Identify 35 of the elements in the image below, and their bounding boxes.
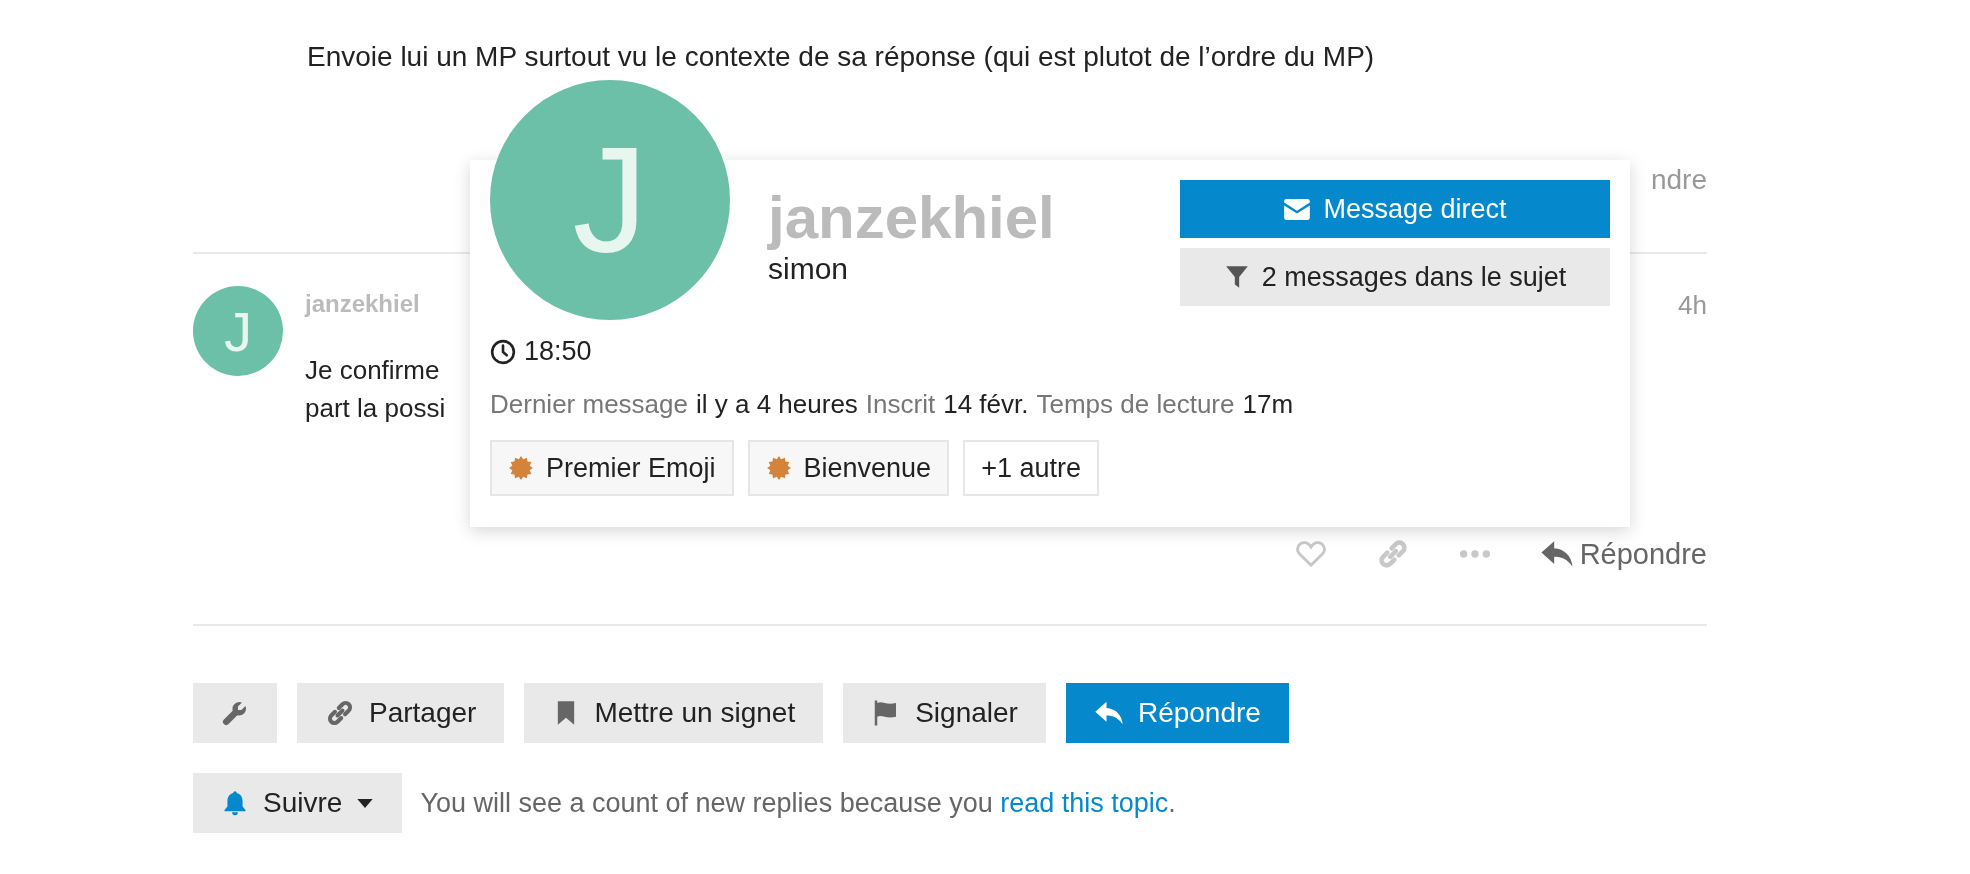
topic-link[interactable]: read this topic [1000, 787, 1169, 818]
card-button[interactable]: 2 messages dans le sujet [1180, 248, 1610, 306]
badge[interactable]: Premier Emoji [490, 440, 734, 496]
stat-label: Temps de lecture [1036, 389, 1235, 420]
filter-icon [1223, 264, 1250, 290]
post-text: Envoie lui un MP surtout vu le contexte de sa réponse (qui est plutot de l’ordre du MP) [307, 40, 1376, 74]
reply-button[interactable]: Répondre [1539, 537, 1707, 571]
post-text-line: Je confirme [305, 354, 440, 387]
badge-icon [508, 455, 534, 481]
post-age: 4h [1678, 290, 1707, 321]
stat-label: Dernier message [490, 389, 688, 420]
more-icon[interactable] [1457, 548, 1492, 560]
post-text-line: part la possi [305, 392, 446, 425]
full-name: simon [768, 252, 850, 286]
stat-value: il y a 4 heures [696, 389, 858, 420]
topic-button[interactable]: Signaler [843, 683, 1046, 743]
clock-icon [490, 338, 516, 365]
topic-button[interactable]: Répondre [1065, 683, 1289, 743]
topic-button[interactable]: Mettre un signet [524, 683, 824, 743]
card-button[interactable]: Message direct [1180, 180, 1610, 238]
wrench-icon [221, 699, 249, 727]
topic-button[interactable] [193, 683, 277, 743]
caret-icon [356, 797, 375, 809]
topic-button[interactable]: Partager [297, 683, 505, 743]
notification-text: You will see a count of new replies because you read this topic. [420, 787, 1176, 819]
link-icon [325, 698, 355, 728]
envelope-icon [1283, 198, 1312, 220]
local-time: 18:50 [524, 336, 592, 367]
badge[interactable]: +1 autre [963, 440, 1099, 496]
stat-value: 14 févr. [943, 389, 1029, 420]
notification-button[interactable]: Suivre [193, 773, 403, 833]
stat-value: 17m [1242, 389, 1294, 420]
badge[interactable]: Bienvenue [747, 440, 950, 496]
badge-icon [765, 455, 792, 481]
stat-label: Inscrit [865, 389, 936, 420]
